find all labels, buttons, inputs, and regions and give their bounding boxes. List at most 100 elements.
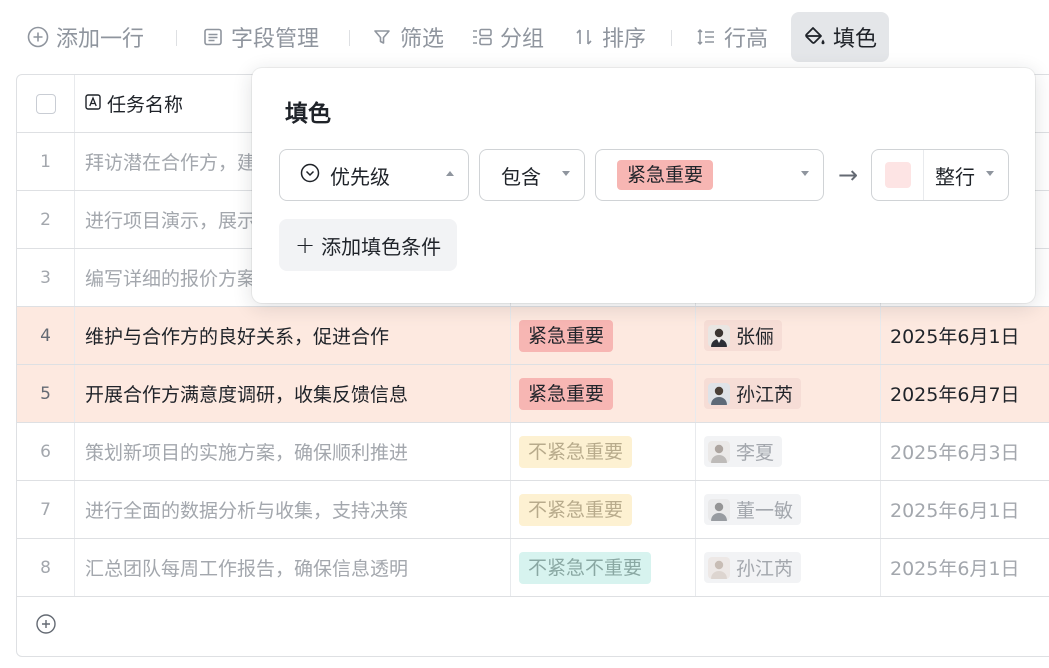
- priority-tag: 不紧急重要: [519, 493, 633, 526]
- row-height-icon: [694, 25, 718, 49]
- condition-operator-select[interactable]: 包含: [479, 149, 585, 201]
- row-index: 5: [17, 365, 75, 422]
- date-cell[interactable]: 2025年6月1日: [881, 307, 1049, 364]
- owner-cell[interactable]: 孙江芮: [696, 539, 881, 596]
- table-row[interactable]: 6 策划新项目的实施方案，确保顺利推进 不紧急重要 李夏 2025年6月3日: [17, 423, 1049, 481]
- table-row[interactable]: 8 汇总团队每周工作报告，确保信息透明 不紧急不重要 孙江芮 2025年6月1日: [17, 539, 1049, 597]
- table-row[interactable]: 4 维护与合作方的良好关系，促进合作 紧急重要 张俪 2025年6月1日: [17, 307, 1049, 365]
- color-swatch: [884, 162, 911, 188]
- priority-tag: 不紧急重要: [519, 435, 633, 468]
- header-select-cell: [17, 75, 75, 132]
- owner-cell[interactable]: 孙江芮: [696, 365, 881, 422]
- task-name-cell[interactable]: 开展合作方满意度调研，收集反馈信息: [75, 365, 511, 422]
- sort-label: 排序: [602, 27, 647, 52]
- group-icon: [470, 25, 494, 49]
- condition-value-select[interactable]: 紧急重要: [595, 149, 824, 201]
- priority-tag: 紧急重要: [519, 319, 614, 352]
- priority-cell[interactable]: 不紧急重要: [511, 423, 696, 480]
- field-manage-label: 字段管理: [231, 27, 320, 52]
- row-height-label: 行高: [724, 27, 769, 52]
- value-tag: 紧急重要: [617, 160, 714, 190]
- priority-cell[interactable]: 紧急重要: [511, 365, 696, 422]
- avatar: [708, 498, 730, 521]
- owner-name: 董一敏: [736, 500, 794, 522]
- chevron-down-icon: [562, 171, 570, 176]
- fill-scope-value: 整行: [935, 164, 975, 189]
- arrow-right-icon: →: [837, 161, 859, 189]
- add-record-row[interactable]: [17, 597, 1049, 655]
- task-name-cell[interactable]: 维护与合作方的良好关系，促进合作: [75, 307, 511, 364]
- add-condition-label: 添加填色条件: [321, 234, 442, 259]
- date-cell[interactable]: 2025年6月1日: [881, 539, 1049, 596]
- table-row[interactable]: 7 进行全面的数据分析与收集，支持决策 不紧急重要 董一敏 2025年6月1日: [17, 481, 1049, 539]
- row-index: 2: [17, 191, 75, 248]
- avatar: [708, 440, 730, 463]
- add-row-label: 添加一行: [56, 27, 145, 52]
- priority-tag: 紧急重要: [519, 377, 614, 410]
- sort-icon: [572, 25, 596, 49]
- row-index: 1: [17, 133, 75, 190]
- priority-cell[interactable]: 不紧急重要: [511, 481, 696, 538]
- priority-cell[interactable]: 紧急重要: [511, 307, 696, 364]
- toolbar-divider: [671, 30, 672, 46]
- list-box-icon: [201, 25, 225, 49]
- task-name-cell[interactable]: 策划新项目的实施方案，确保顺利推进: [75, 423, 511, 480]
- row-index: 4: [17, 307, 75, 364]
- owner-cell[interactable]: 张俪: [696, 307, 881, 364]
- select-all-checkbox[interactable]: [35, 93, 56, 114]
- condition-field-select[interactable]: 优先级: [279, 149, 469, 201]
- date-cell[interactable]: 2025年6月7日: [881, 365, 1049, 422]
- avatar: [708, 556, 730, 579]
- person-chip[interactable]: 李夏: [704, 436, 783, 467]
- fill-color-label: 填色: [833, 27, 878, 52]
- fill-style-select[interactable]: 整行: [871, 149, 1009, 201]
- person-chip[interactable]: 孙江芮: [704, 378, 802, 409]
- owner-cell[interactable]: 李夏: [696, 423, 881, 480]
- owner-name: 张俪: [736, 326, 775, 348]
- priority-cell[interactable]: 不紧急不重要: [511, 539, 696, 596]
- avatar: [708, 324, 730, 347]
- group-button[interactable]: 分组: [470, 12, 544, 62]
- header-task-name-label: 任务名称: [107, 94, 184, 116]
- chevron-down-icon: [801, 171, 809, 176]
- date-cell[interactable]: 2025年6月1日: [881, 481, 1049, 538]
- paint-bucket-icon: [803, 25, 827, 49]
- person-chip[interactable]: 孙江芮: [704, 552, 802, 583]
- row-height-button[interactable]: 行高: [694, 12, 768, 62]
- row-index: 3: [17, 249, 75, 306]
- task-name-cell[interactable]: 汇总团队每周工作报告，确保信息透明: [75, 539, 511, 596]
- priority-tag: 不紧急不重要: [519, 551, 652, 584]
- filter-icon: [370, 25, 394, 49]
- person-chip[interactable]: 董一敏: [704, 494, 802, 525]
- fill-color-button[interactable]: 填色: [791, 12, 890, 62]
- filter-button[interactable]: 筛选: [370, 12, 444, 62]
- toolbar-divider: [349, 30, 350, 46]
- panel-title: 填色: [285, 101, 331, 127]
- row-index: 6: [17, 423, 75, 480]
- sort-button[interactable]: 排序: [572, 12, 646, 62]
- person-chip[interactable]: 张俪: [704, 320, 783, 351]
- operator-value: 包含: [501, 164, 541, 189]
- owner-cell[interactable]: 董一敏: [696, 481, 881, 538]
- table-row[interactable]: 5 开展合作方满意度调研，收集反馈信息 紧急重要 孙江芮 2025年6月7日: [17, 365, 1049, 423]
- single-select-icon: [300, 163, 320, 188]
- add-row-button[interactable]: 添加一行: [26, 12, 144, 62]
- field-select-value: 优先级: [330, 164, 390, 189]
- add-fill-condition-button[interactable]: + 添加填色条件: [279, 219, 458, 271]
- owner-name: 孙江芮: [736, 558, 794, 580]
- task-name-cell[interactable]: 进行全面的数据分析与收集，支持决策: [75, 481, 511, 538]
- owner-name: 孙江芮: [736, 384, 794, 406]
- plus-circle-icon[interactable]: [35, 613, 57, 639]
- toolbar-divider: [176, 30, 177, 46]
- color-swatch-button[interactable]: [872, 150, 924, 200]
- date-cell[interactable]: 2025年6月3日: [881, 423, 1049, 480]
- owner-name: 李夏: [736, 442, 775, 464]
- chevron-down-icon: [986, 171, 994, 176]
- field-manage-button[interactable]: 字段管理: [201, 12, 319, 62]
- plus-circle-icon: [26, 25, 50, 49]
- row-index: 8: [17, 539, 75, 596]
- avatar: [708, 382, 730, 405]
- text-field-icon: [85, 93, 101, 115]
- plus-icon: +: [295, 231, 316, 259]
- chevron-up-icon: [446, 171, 454, 176]
